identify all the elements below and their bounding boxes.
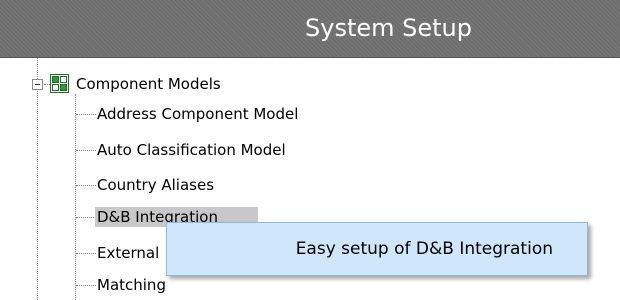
tree-item-matching[interactable]: Matching bbox=[97, 275, 166, 295]
tree-connector-root-lower bbox=[37, 91, 38, 300]
tree-connector-h bbox=[76, 114, 96, 115]
tree-item-address-component-model[interactable]: Address Component Model bbox=[97, 104, 298, 124]
collapse-toggle-icon[interactable] bbox=[32, 79, 43, 90]
tree-connector-h bbox=[76, 253, 96, 254]
component-models-icon bbox=[50, 74, 69, 93]
tree-connector-h bbox=[76, 217, 96, 218]
tree-connector-h bbox=[76, 185, 96, 186]
menu-item-easy-setup-dnb-integration[interactable]: Easy setup of D&B Integration bbox=[167, 223, 587, 275]
header-bar: System Setup bbox=[0, 0, 620, 58]
tree-connector-h bbox=[76, 150, 96, 151]
page-title: System Setup bbox=[305, 14, 472, 42]
tree-item-component-models[interactable]: Component Models bbox=[76, 74, 221, 94]
context-menu: Easy setup of D&B Integration bbox=[166, 222, 588, 276]
tree-item-country-aliases[interactable]: Country Aliases bbox=[97, 175, 214, 195]
tree-item-external[interactable]: External bbox=[97, 243, 159, 263]
tree-connector-children bbox=[75, 94, 76, 300]
tree-connector-root bbox=[37, 58, 38, 79]
tree-item-auto-classification-model[interactable]: Auto Classification Model bbox=[97, 140, 286, 160]
tree-connector-h bbox=[76, 285, 96, 286]
